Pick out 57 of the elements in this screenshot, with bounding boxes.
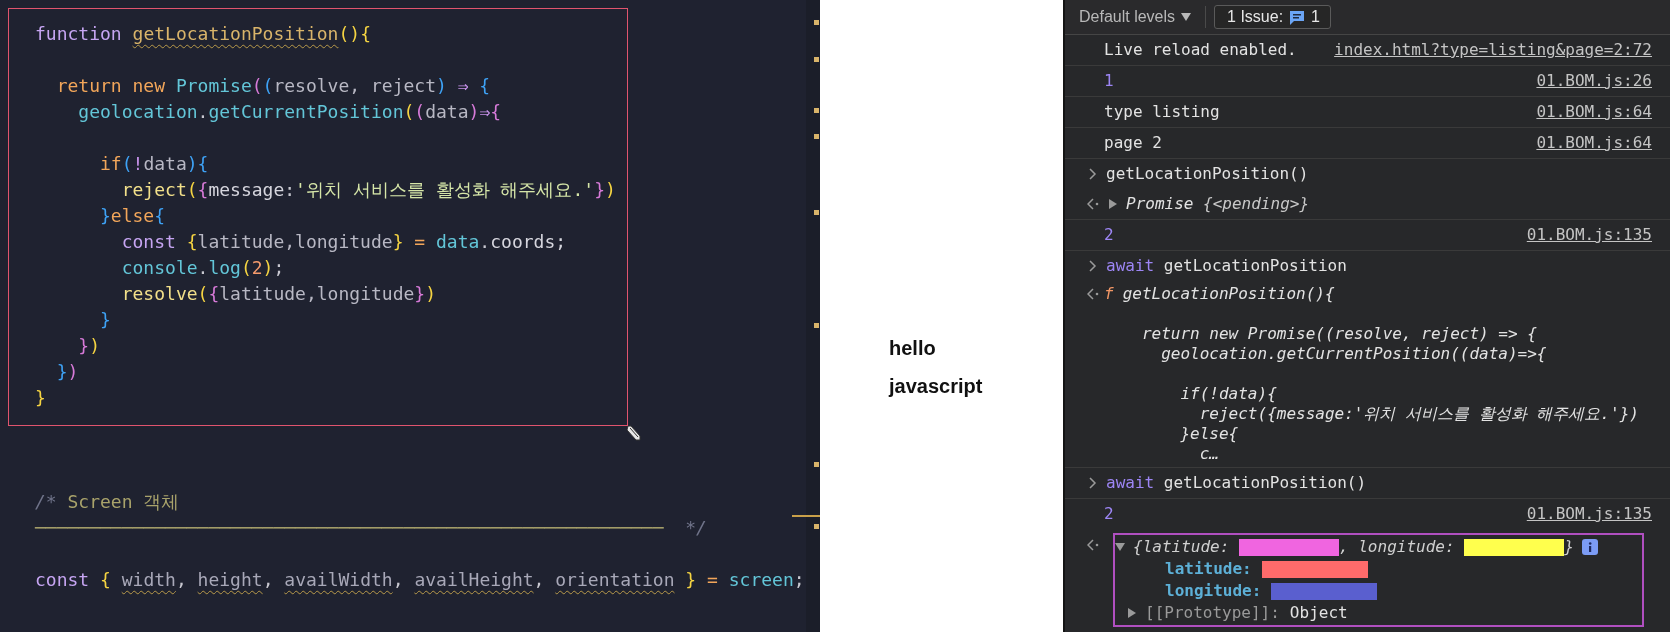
result-arrow-icon [1087,288,1099,300]
source-link[interactable]: 01.BOM.js:64 [1536,102,1652,122]
log-message: 2 [1104,504,1114,524]
preview-text: } [1564,537,1574,557]
message-icon [1289,9,1306,25]
code-line: } [99,308,111,332]
source-link[interactable]: 01.BOM.js:64 [1536,133,1652,153]
property-key: longitude: [1165,581,1262,601]
log-message: type listing [1104,102,1220,122]
source-link[interactable]: 01.BOM.js:135 [1526,225,1652,245]
result-arrow-icon [1087,198,1099,210]
collapsed-triangle-icon[interactable] [1108,199,1118,209]
code-line: const {latitude,longitude} = data.coords; [120,230,567,254]
code-line: }else{ [99,204,166,228]
prompt-chevron-icon [1089,260,1097,272]
property-key: latitude: [1165,559,1252,579]
preview-text: {latitude: [1133,537,1231,557]
source-link[interactable]: 01.BOM.js:26 [1536,71,1652,91]
log-levels-dropdown[interactable]: Default levels [1079,6,1192,28]
code-line: } [35,386,46,410]
log-message: 2 [1104,225,1114,245]
code-line: }) [55,360,79,384]
function-source: getLocationPosition(){ return new Promise((resolve, reject) => { geolocation.getCurrentPosition((data)=>{ if(!data){ reject({message:'위치 서비스를 활성화 해주세요.'}) }else{ c… [1122,284,1639,464]
code-line: function getLocationPosition(){ [35,22,371,46]
property-value: Object [1289,603,1348,623]
console-command: await getLocationPosition [1106,256,1347,276]
object-preview: Promise {<pending>} [1126,194,1310,214]
result-arrow-icon [1087,539,1099,551]
collapsed-triangle-icon[interactable] [1127,608,1137,618]
console-command: await getLocationPosition() [1106,473,1367,493]
caret-down-icon [1181,13,1192,21]
source-link[interactable]: 01.BOM.js:135 [1526,504,1652,524]
function-glyph: f [1104,284,1114,304]
preview-text: , longitude: [1338,537,1456,557]
code-line: if(!data){ [99,152,209,176]
code-line: console.log(2); [120,256,285,280]
property-key: [[Prototype]]: [1145,603,1280,623]
code-line: ────────────────────────────────────────────────────────── */ [35,516,707,540]
code-line: /* Screen 객체 [35,490,180,514]
prompt-chevron-icon [1089,168,1097,180]
info-icon[interactable] [1581,539,1598,555]
code-line: reject({message:'위치 서비스를 활성화 해주세요.'}) [120,178,616,202]
issues-button[interactable]: 1 Issue: 1 [1214,5,1331,29]
code-line: return new Promise((resolve, reject) ⇒ { [55,74,491,98]
console-command: getLocationPosition() [1106,164,1309,184]
log-message: 1 [1104,71,1114,91]
pen-cursor-icon [627,425,641,441]
log-message: page 2 [1104,133,1162,153]
code-line: resolve({latitude,longitude}) [120,282,436,306]
expanded-triangle-icon[interactable] [1115,542,1125,552]
log-message: Live reload enabled. [1104,40,1297,60]
prompt-chevron-icon [1089,477,1097,489]
note-text: hello javascript [889,336,983,399]
code-line: const { width, height, availWidth, availHeight, orientation } = screen; [35,568,805,592]
source-link[interactable]: index.html?type=listing&page=2:72 [1334,40,1652,60]
code-line: }) [77,334,101,358]
code-line: geolocation.getCurrentPosition((data)⇒{ [77,100,502,124]
